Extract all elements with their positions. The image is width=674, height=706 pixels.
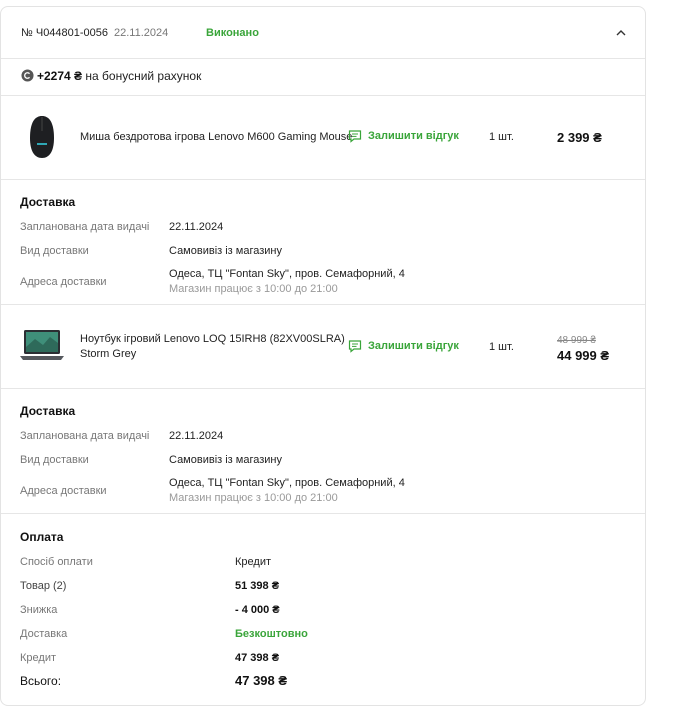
product-name-laptop[interactable]: Ноутбук ігровий Lenovo LOQ 15IRH8 (82XV0… [80, 333, 345, 360]
delivery-type-value: Самовивіз із магазину [169, 454, 282, 466]
order-status-badge: Виконано [206, 27, 259, 39]
discount-label: Знижка [20, 604, 58, 616]
payment-title: Оплата [20, 530, 64, 544]
delivery-address-value: Одеса, ТЦ "Fontan Sky", пров. Семафорний… [169, 268, 405, 280]
total-label: Всього: [20, 674, 62, 688]
credit-value: 47 398 ₴ [235, 652, 280, 664]
delivery-address-label: Адреса доставки [20, 485, 107, 497]
bonus-line: +2274 ₴ на бонусний рахунок [37, 69, 201, 83]
delivery-title: Доставка [20, 195, 76, 209]
leave-review-label: Залишити відгук [368, 340, 459, 352]
product-name-line2: Storm Grey [80, 348, 137, 360]
order-card: № Ч044801-0056 22.11.2024 Виконано +2274… [0, 6, 646, 706]
delivery-address-value: Одеса, ТЦ "Fontan Sky", пров. Семафорний… [169, 477, 405, 489]
credit-label: Кредит [20, 652, 57, 664]
delivery-address-label: Адреса доставки [20, 276, 107, 288]
store-hours: Магазин працює з 10:00 до 21:00 [169, 283, 338, 295]
product-name-line1: Ноутбук ігровий Lenovo LOQ 15IRH8 (82XV0… [80, 333, 345, 345]
leave-review-button[interactable]: Залишити відгук [348, 339, 459, 353]
discount-value: - 4 000 ₴ [235, 604, 280, 616]
total-value: 47 398 ₴ [235, 673, 288, 688]
product-price: 2 399 ₴ [557, 130, 602, 145]
product-old-price: 48 999 ₴ [557, 335, 596, 346]
review-chat-icon [348, 340, 362, 353]
product-image-mouse[interactable] [27, 114, 57, 160]
payment-delivery-label: Доставка [20, 628, 68, 640]
leave-review-label: Залишити відгук [368, 130, 459, 142]
product-qty: 1 шт. [489, 131, 514, 143]
delivery-date-value: 22.11.2024 [169, 221, 224, 233]
product-qty: 1 шт. [489, 341, 514, 353]
chevron-up-icon [616, 30, 626, 36]
store-hours: Магазин працює з 10:00 до 21:00 [169, 492, 338, 504]
product-name-mouse[interactable]: Миша бездротова ігрова Lenovo M600 Gamin… [80, 131, 352, 143]
collapse-button[interactable] [613, 25, 629, 41]
bonus-coin-icon [21, 69, 34, 82]
goods-label: Товар (2) [20, 580, 67, 592]
payment-method-value: Кредит [235, 556, 272, 568]
review-chat-icon [348, 130, 362, 143]
delivery-date-label: Запланована дата видачі [20, 221, 150, 233]
product-price: 44 999 ₴ [557, 348, 610, 363]
payment-delivery-value: Безкоштовно [235, 628, 308, 640]
leave-review-button[interactable]: Залишити відгук [348, 129, 459, 143]
delivery-type-label: Вид доставки [20, 245, 89, 257]
bonus-amount: +2274 ₴ [37, 69, 83, 83]
payment-method-label: Спосіб оплати [20, 556, 93, 568]
order-date: 22.11.2024 [114, 27, 169, 39]
delivery-type-label: Вид доставки [20, 454, 89, 466]
goods-value: 51 398 ₴ [235, 580, 280, 592]
product-image-laptop[interactable] [19, 327, 65, 367]
bonus-text: на бонусний рахунок [85, 69, 202, 83]
delivery-date-value: 22.11.2024 [169, 430, 224, 442]
delivery-date-label: Запланована дата видачі [20, 430, 150, 442]
delivery-title: Доставка [20, 404, 76, 418]
delivery-type-value: Самовивіз із магазину [169, 245, 282, 257]
order-number: № Ч044801-0056 [21, 27, 109, 39]
